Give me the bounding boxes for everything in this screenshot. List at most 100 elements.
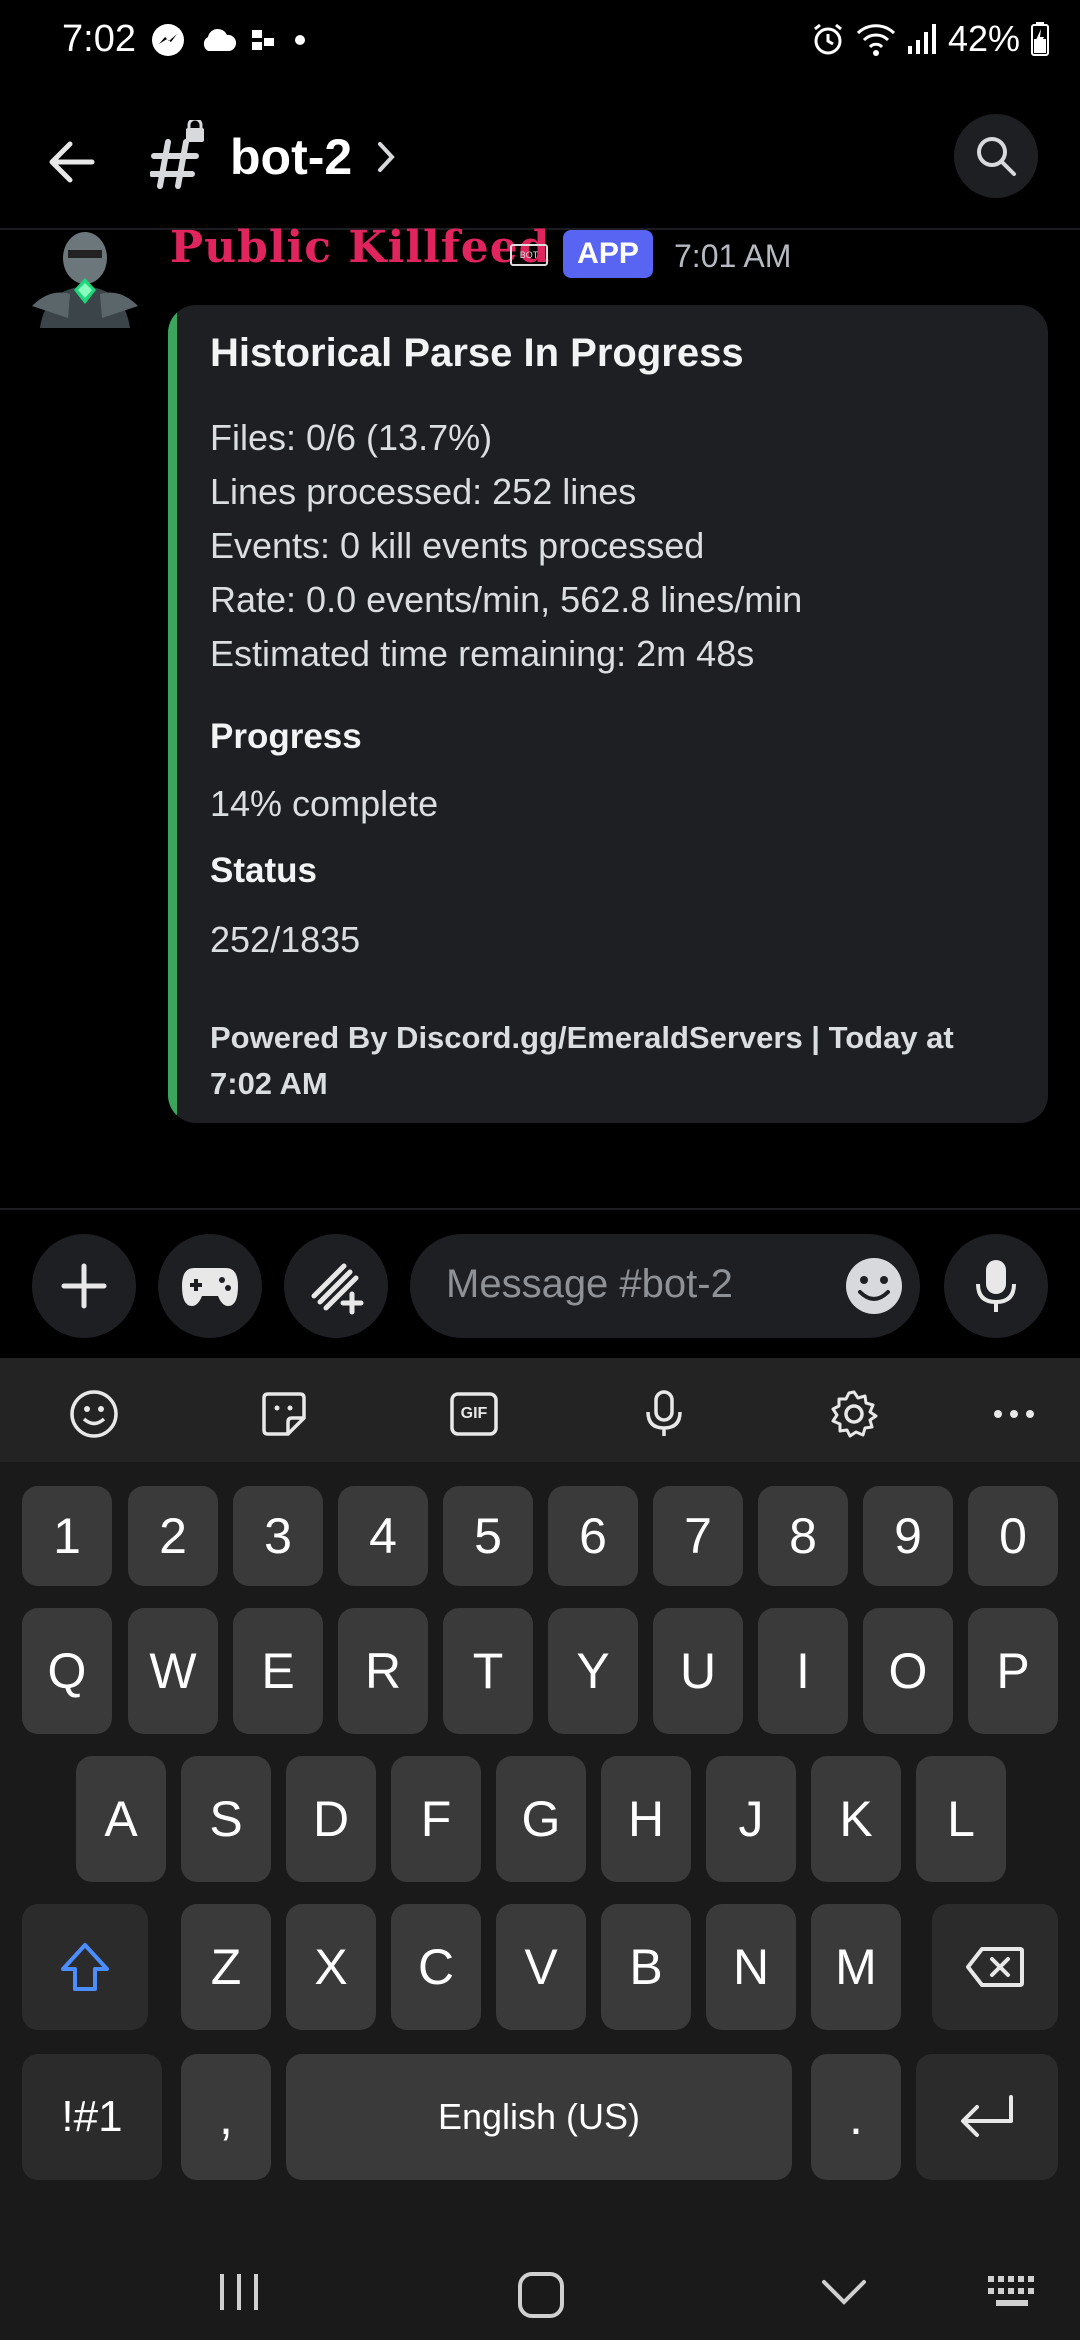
space-key[interactable]: English (US): [286, 2054, 792, 2180]
key-6[interactable]: 6: [548, 1486, 638, 1586]
key-f[interactable]: F: [391, 1756, 481, 1882]
embed-field-status-name: Status: [210, 851, 317, 890]
composer-divider: [0, 1208, 1080, 1210]
alarm-icon: [814, 23, 842, 55]
comma-key[interactable]: ,: [181, 2054, 271, 2180]
key-s[interactable]: S: [181, 1756, 271, 1882]
app-notification-icon: [252, 30, 274, 50]
back-button[interactable]: [40, 130, 104, 194]
activities-button[interactable]: [158, 1234, 262, 1338]
wifi-icon: [856, 24, 895, 56]
add-attachment-button[interactable]: [32, 1234, 136, 1338]
key-y[interactable]: Y: [548, 1608, 638, 1734]
message-placeholder: Message #bot-2: [446, 1262, 733, 1306]
enter-key[interactable]: [916, 2054, 1058, 2180]
sticker-icon[interactable]: [258, 1388, 310, 1440]
key-t[interactable]: T: [443, 1608, 533, 1734]
voice-message-button[interactable]: [944, 1234, 1048, 1338]
status-time: 7:02: [62, 18, 136, 60]
message-input[interactable]: Message #bot-2: [410, 1234, 920, 1338]
key-r[interactable]: R: [338, 1608, 428, 1734]
key-w[interactable]: W: [128, 1608, 218, 1734]
key-1[interactable]: 1: [22, 1486, 112, 1586]
avatar[interactable]: [30, 228, 140, 328]
gamepad-icon: [182, 1268, 238, 1306]
key-q[interactable]: Q: [22, 1608, 112, 1734]
emoji-button[interactable]: [842, 1254, 906, 1318]
key-m[interactable]: M: [811, 1904, 901, 2030]
period-key[interactable]: .: [811, 2054, 901, 2180]
key-d[interactable]: D: [286, 1756, 376, 1882]
key-e[interactable]: E: [233, 1608, 323, 1734]
key-9[interactable]: 9: [863, 1486, 953, 1586]
key-3[interactable]: 3: [233, 1486, 323, 1586]
recent-apps-button[interactable]: [216, 2270, 262, 2319]
search-icon: [977, 137, 1016, 176]
embed-line-eta: Estimated time remaining: 2m 48s: [210, 633, 755, 674]
key-u[interactable]: U: [653, 1608, 743, 1734]
signal-icon: [907, 24, 936, 54]
key-b[interactable]: B: [601, 1904, 691, 2030]
smiley-icon: [846, 1258, 902, 1314]
key-4[interactable]: 4: [338, 1486, 428, 1586]
voice-icon[interactable]: [638, 1388, 690, 1440]
home-icon: [518, 2272, 564, 2318]
key-n[interactable]: N: [706, 1904, 796, 2030]
notification-icons: [150, 22, 310, 58]
recent-apps-icon: [220, 2274, 258, 2310]
bot-tag: BOT: [510, 244, 548, 266]
author-name[interactable]: Public Killfeed: [170, 222, 550, 273]
hide-keyboard-button[interactable]: [818, 2274, 870, 2315]
embed-field-progress-value: 14% complete: [210, 783, 439, 824]
settings-icon[interactable]: [828, 1388, 880, 1440]
key-8[interactable]: 8: [758, 1486, 848, 1586]
key-k[interactable]: K: [811, 1756, 901, 1882]
channel-header: bot-2: [0, 110, 1080, 210]
search-button[interactable]: [954, 114, 1038, 198]
embed-title: Historical Parse In Progress: [210, 331, 744, 375]
key-z[interactable]: Z: [181, 1904, 271, 2030]
key-o[interactable]: O: [863, 1608, 953, 1734]
system-navigation-bar: [0, 2240, 1080, 2340]
keyboard-toolbar: GIF: [0, 1358, 1080, 1462]
key-g[interactable]: G: [496, 1756, 586, 1882]
private-channel-icon: [149, 117, 210, 190]
home-button[interactable]: [516, 2270, 566, 2325]
message-timestamp: 7:01 AM: [674, 238, 792, 274]
chevron-right-icon[interactable]: [372, 132, 400, 182]
shift-key[interactable]: [22, 1904, 148, 2030]
dot-icon: [295, 35, 305, 45]
keyboard-switch-button[interactable]: [986, 2274, 1042, 2315]
chevron-down-icon: [822, 2280, 866, 2305]
apps-button[interactable]: [284, 1234, 388, 1338]
channel-name[interactable]: bot-2: [230, 128, 352, 186]
backspace-icon: [966, 1947, 1024, 1987]
key-x[interactable]: X: [286, 1904, 376, 2030]
key-p[interactable]: P: [968, 1608, 1058, 1734]
backspace-key[interactable]: [932, 1904, 1058, 2030]
more-icon[interactable]: [988, 1388, 1040, 1440]
symbols-key[interactable]: !#1: [22, 2054, 162, 2180]
key-2[interactable]: 2: [128, 1486, 218, 1586]
key-h[interactable]: H: [601, 1756, 691, 1882]
key-7[interactable]: 7: [653, 1486, 743, 1586]
key-a[interactable]: A: [76, 1756, 166, 1882]
key-l[interactable]: L: [916, 1756, 1006, 1882]
key-5[interactable]: 5: [443, 1486, 533, 1586]
status-bar: 7:02 42%: [0, 0, 1080, 84]
key-j[interactable]: J: [706, 1756, 796, 1882]
slash-commands-icon: [311, 1263, 364, 1315]
cloud-icon: [203, 28, 237, 51]
gif-icon[interactable]: GIF: [448, 1388, 500, 1440]
messenger-icon: [152, 24, 184, 56]
embed-line-files: Files: 0/6 (13.7%): [210, 417, 493, 458]
gif-label: GIF: [460, 1405, 488, 1422]
key-v[interactable]: V: [496, 1904, 586, 2030]
key-0[interactable]: 0: [968, 1486, 1058, 1586]
embed-footer: Powered By Discord.gg/EmeraldServers | T…: [210, 1020, 954, 1101]
key-i[interactable]: I: [758, 1608, 848, 1734]
app-badge: APP: [563, 230, 653, 278]
key-c[interactable]: C: [391, 1904, 481, 2030]
battery-charging-icon: [1031, 22, 1049, 56]
emoji-icon[interactable]: [68, 1388, 120, 1440]
